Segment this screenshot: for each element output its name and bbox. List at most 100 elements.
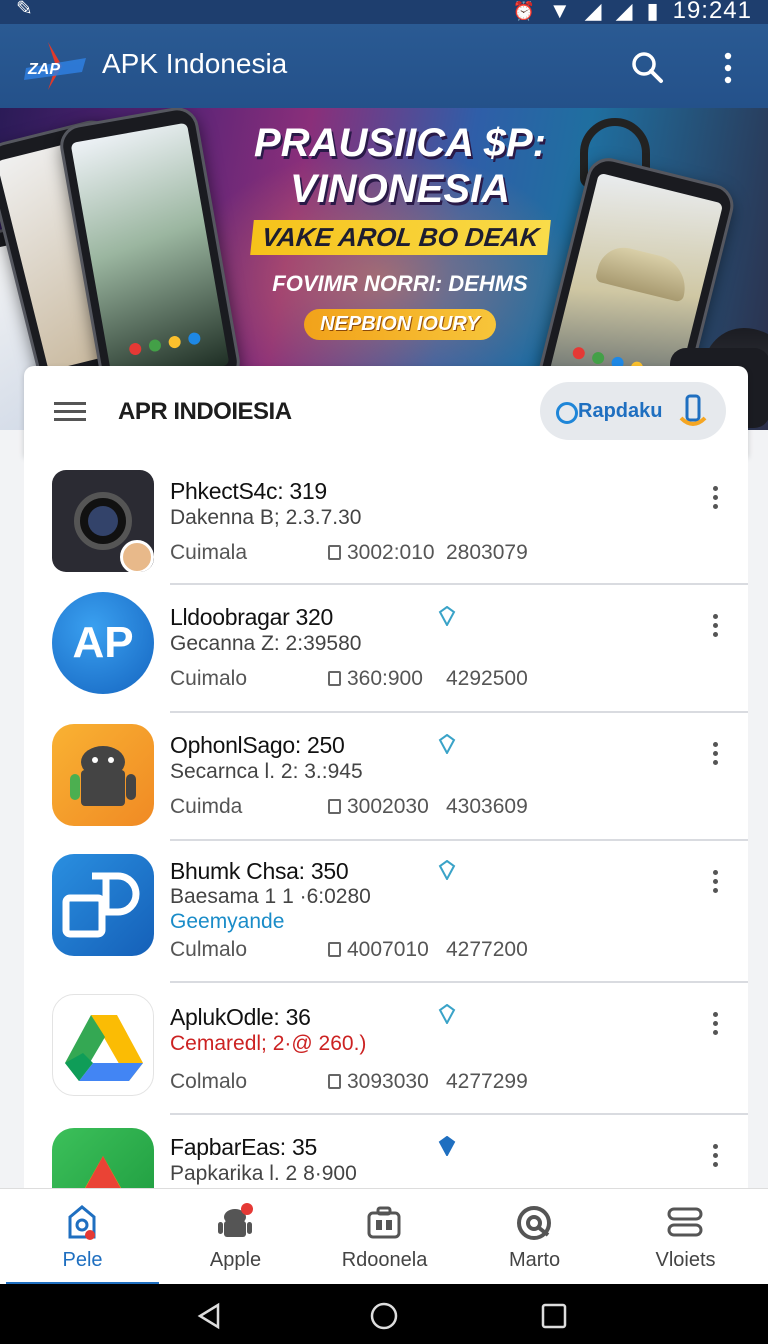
- verified-shield-icon: [438, 734, 456, 754]
- wifi-icon: ▼: [548, 0, 571, 23]
- app-downloads: 4292500: [446, 667, 528, 690]
- logo-text: ZAP: [27, 61, 60, 78]
- nav-item-marto[interactable]: Marto: [458, 1189, 611, 1285]
- back-icon[interactable]: [196, 1302, 224, 1330]
- bottom-nav: Pele Apple Rdoonela Marto Vloiets: [0, 1188, 768, 1285]
- app-version: Dakenna B; 2.3.7.30: [170, 506, 362, 529]
- home-pin-icon: [68, 1205, 96, 1240]
- list-item[interactable]: PhkectS4c: 319 Dakenna B; 2.3.7.30 Cuima…: [24, 456, 748, 585]
- verified-shield-icon: [438, 1004, 456, 1024]
- banner-text: PRAUSIICA $P: VINONESIA VAKE AROL BO DEA…: [240, 120, 560, 340]
- menu-icon[interactable]: [54, 402, 86, 422]
- app-name: PhkectS4c: 319: [170, 478, 327, 504]
- nav-label: Vloiets: [655, 1249, 716, 1271]
- more-vert-icon[interactable]: [710, 742, 720, 768]
- app-size-value: 360:900: [347, 667, 423, 690]
- banner-cta[interactable]: NEPBION IOURY: [304, 309, 496, 340]
- app-size-value: 3002:010: [347, 541, 435, 564]
- nav-item-vloiets[interactable]: Vloiets: [609, 1189, 762, 1285]
- app-version: Cemaredl; 2·@ 260.): [170, 1032, 367, 1055]
- app-bar: ZAP APK Indonesia: [0, 24, 768, 108]
- chip-label: Rapdaku: [578, 400, 663, 422]
- app-size: 3093030: [328, 1070, 429, 1094]
- ap-icon: AP: [52, 592, 154, 694]
- app-size: 3002030: [328, 795, 429, 819]
- banner-headline-1: PRAUSIICA $P:: [254, 121, 546, 165]
- nav-item-pele[interactable]: Pele: [6, 1189, 159, 1285]
- banner-subline: FOVIMR NORRI: DEHMS: [272, 271, 528, 296]
- more-vert-icon[interactable]: [710, 1012, 720, 1038]
- more-vert-icon[interactable]: [710, 486, 720, 512]
- app-downloads: 4277200: [446, 938, 528, 961]
- search-icon[interactable]: [628, 48, 668, 88]
- signal-icon: ◢: [615, 0, 633, 23]
- app-logo[interactable]: ZAP: [22, 40, 92, 92]
- rapdaku-chip[interactable]: Rapdaku: [540, 382, 726, 440]
- app-category: Culmalo: [170, 938, 248, 961]
- home-icon[interactable]: [368, 1300, 400, 1332]
- app-size: 3002:010: [328, 541, 435, 565]
- p-square-icon: [52, 854, 154, 956]
- banner-tagline: VAKE AROL BO DEAK: [249, 220, 551, 255]
- system-nav-bar: [0, 1284, 768, 1344]
- target-icon: [517, 1206, 551, 1240]
- app-name: FapbarEas: 35: [170, 1134, 317, 1160]
- more-vert-icon[interactable]: [716, 48, 740, 88]
- phone-badge-icon: [679, 394, 707, 426]
- file-icon: [328, 545, 341, 560]
- nav-label: Apple: [209, 1249, 262, 1271]
- banner-headline-2: VINONESIA: [289, 167, 511, 211]
- app-version: Gecanna Z: 2:39580: [170, 632, 362, 655]
- status-time: 19:241: [672, 0, 752, 24]
- app-version: Secarnca l. 2: 3.:945: [170, 760, 363, 783]
- app-size-value: 4007010: [347, 938, 429, 961]
- card-title: APR INDOIESIA: [118, 398, 292, 425]
- android-icon: [52, 724, 154, 826]
- file-icon: [328, 671, 341, 686]
- card-header: APR INDOIESIA Rapdaku: [24, 366, 748, 456]
- more-vert-icon[interactable]: [710, 1144, 720, 1170]
- app-size: 4007010: [328, 938, 429, 962]
- app-name: OphonlSago: 250: [170, 732, 345, 758]
- app-name: AplukOdle: 36: [170, 1004, 311, 1030]
- verified-shield-icon: [438, 860, 456, 880]
- signal-icon: ◢: [584, 0, 602, 23]
- app-category: Cuimalo: [170, 667, 248, 690]
- file-icon: [328, 1074, 341, 1089]
- app-name: Bhumk Chsa: 350: [170, 858, 349, 884]
- status-bar: ✎ ⏰ ▼ ◢ ◢ ▮ 19:241: [0, 0, 768, 24]
- nav-label: Pele: [62, 1249, 103, 1271]
- edit-icon: ✎: [16, 0, 33, 20]
- recents-icon[interactable]: [540, 1302, 568, 1330]
- nav-item-apple[interactable]: Apple: [159, 1189, 312, 1285]
- camera-icon: [52, 470, 154, 572]
- app-downloads: 2803079: [446, 541, 528, 564]
- app-name: Lldoobragar 320: [170, 604, 334, 630]
- alarm-icon: ⏰: [512, 0, 535, 21]
- nav-item-rdoonela[interactable]: Rdoonela: [308, 1189, 461, 1285]
- list-item[interactable]: FapbarEas: 35 Papkarika l. 2 8·900: [24, 1114, 748, 1188]
- list-item[interactable]: AplukOdle: 36 Cemaredl; 2·@ 260.) Colmal…: [24, 982, 748, 1115]
- app-title: APK Indonesia: [102, 48, 288, 79]
- verified-shield-icon: [438, 606, 456, 626]
- toggle-icon: [667, 1207, 703, 1237]
- app-tag[interactable]: Geemyande: [170, 910, 284, 934]
- nav-label: Marto: [508, 1249, 561, 1271]
- list-item[interactable]: Bhumk Chsa: 350 Baesama 1 1 ·6:0280 Geem…: [24, 840, 748, 983]
- more-vert-icon[interactable]: [710, 614, 720, 640]
- app-downloads: 4277299: [446, 1070, 528, 1093]
- list-item[interactable]: AP Lldoobragar 320 Gecanna Z: 2:39580 Cu…: [24, 584, 748, 713]
- android-icon: [218, 1203, 253, 1237]
- app-category: Colmalo: [170, 1070, 248, 1093]
- drive-icon: [52, 994, 154, 1096]
- more-vert-icon[interactable]: [710, 870, 720, 896]
- briefcase-icon: [367, 1206, 401, 1239]
- list-item[interactable]: OphonlSago: 250 Secarnca l. 2: 3.:945 Cu…: [24, 712, 748, 841]
- app-list: PhkectS4c: 319 Dakenna B; 2.3.7.30 Cuima…: [24, 456, 748, 1188]
- battery-icon: ▮: [646, 0, 659, 23]
- refresh-icon: [556, 402, 578, 424]
- verified-shield-icon: [438, 1136, 456, 1156]
- app-downloads: 4303609: [446, 795, 528, 818]
- file-icon: [328, 799, 341, 814]
- file-icon: [328, 942, 341, 957]
